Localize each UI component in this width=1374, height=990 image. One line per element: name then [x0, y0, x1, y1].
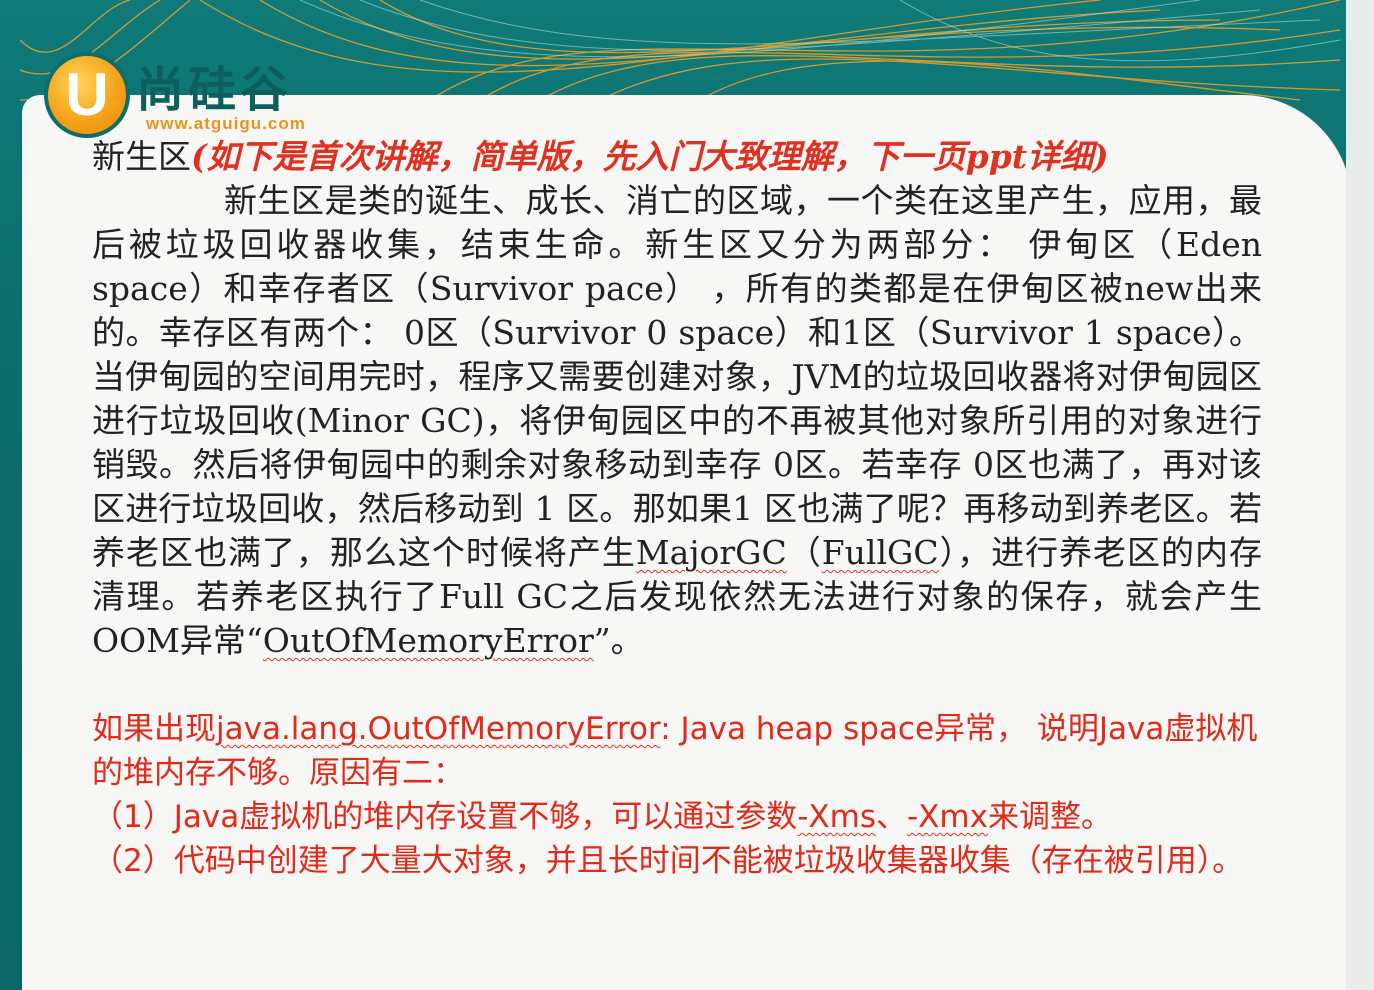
reason-1-suffix: 来调整。: [987, 799, 1112, 835]
param-separator: 、: [875, 799, 907, 835]
heading-note: (如下是首次讲解，简单版，先入门大致理解，下一页ppt详细): [191, 137, 1109, 176]
logo-url: www.atguigu.com: [146, 114, 306, 133]
major-gc-term: MajorGC: [635, 533, 787, 572]
heading-title: 新生区: [92, 137, 191, 176]
oom-term: OutOfMemoryError: [262, 621, 594, 660]
logo-name: 尚硅谷: [136, 62, 293, 118]
oom-reason-2: （2）代码中创建了大量大对象，并且长时间不能被垃圾收集器收集（存在被引用）。: [92, 843, 1244, 879]
full-gc-term: FullGC: [821, 533, 939, 572]
slide-content: 新生区(如下是首次讲解，简单版，先入门大致理解，下一页ppt详细) 新生区是类的…: [92, 135, 1262, 883]
oom-line-1: 如果出现java.lang.OutOfMemoryError: Java hea…: [92, 707, 1262, 795]
xms-param: -Xms: [797, 799, 876, 835]
logo-u-icon: U: [44, 52, 130, 138]
body-paragraph: 新生区是类的诞生、成长、消亡的区域，一个类在这里产生，应用，最后被垃圾回收器收集…: [92, 179, 1262, 663]
oom-error-class: java.lang.OutOfMemoryError: [216, 711, 661, 747]
atguigu-logo: U 尚硅谷 www.atguigu.com: [44, 48, 364, 138]
oom-reason-1: （1）Java虚拟机的堆内存设置不够，可以通过参数-Xms、-Xmx来调整。: [92, 795, 1262, 839]
slide: U 尚硅谷 www.atguigu.com 新生区(如下是首次讲解，简单版，先入…: [0, 0, 1374, 990]
reason-1-prefix: （1）Java虚拟机的堆内存设置不够，可以通过参数: [92, 799, 798, 835]
oom-explanation: 如果出现java.lang.OutOfMemoryError: Java hea…: [92, 707, 1262, 883]
body-text-1: 新生区是类的诞生、成长、消亡的区域，一个类在这里产生，应用，最后被垃圾回收器收集…: [92, 181, 1262, 572]
body-text-4: ”。: [593, 621, 644, 660]
section-heading: 新生区(如下是首次讲解，简单版，先入门大致理解，下一页ppt详细): [92, 135, 1262, 179]
body-text-2: （: [786, 533, 822, 572]
oom-line-1-prefix: 如果出现: [92, 711, 216, 747]
xmx-param: -Xmx: [906, 799, 988, 835]
